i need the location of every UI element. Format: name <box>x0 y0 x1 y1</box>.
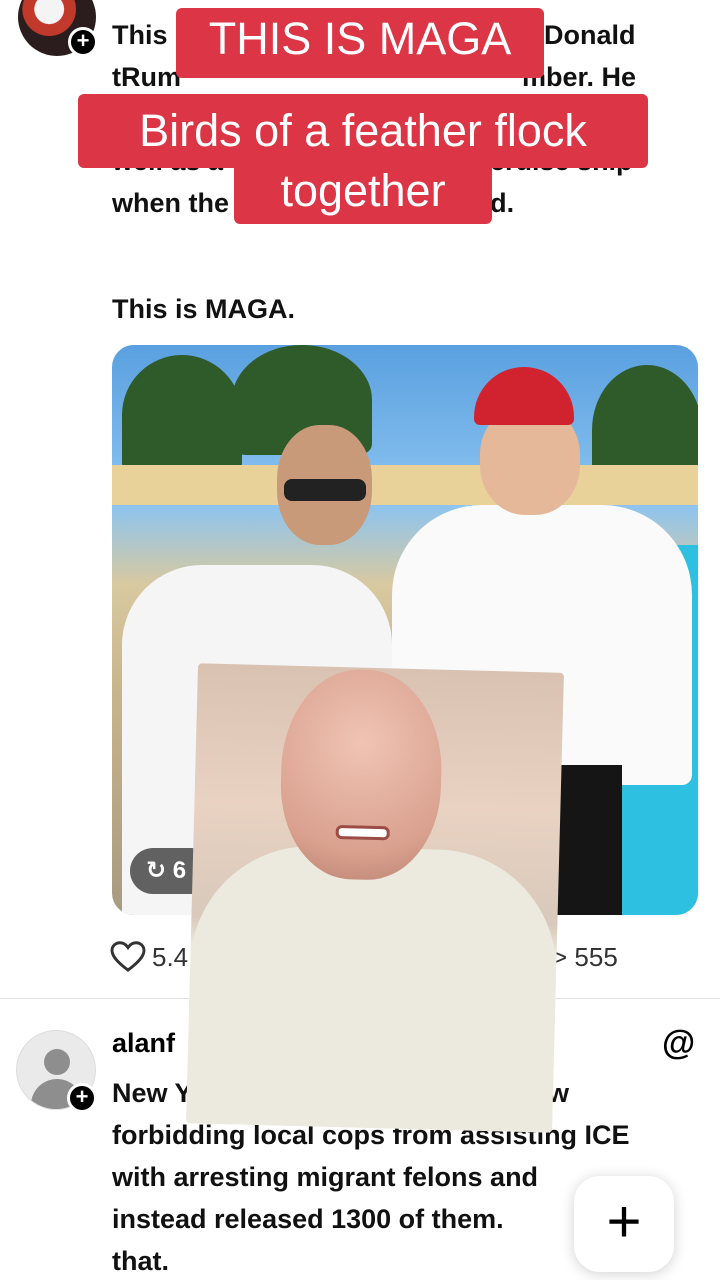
like-count: 5.4 <box>152 942 189 972</box>
post-body-tagline: This is MAGA. <box>112 294 296 324</box>
username[interactable]: alanf <box>112 1028 175 1059</box>
facecam-overlay <box>186 663 564 1133</box>
caption-overlay-3: together <box>234 160 492 224</box>
caption-overlay-2: Birds of a feather flock <box>78 94 648 168</box>
caption-overlay-1: THIS IS MAGA <box>176 8 544 78</box>
follow-plus-icon-2[interactable]: + <box>67 1083 97 1113</box>
threads-icon[interactable]: @ <box>662 1024 695 1063</box>
repost-icon: ↻ <box>146 857 167 884</box>
compose-plus-icon[interactable]: + <box>574 1176 674 1272</box>
heart-icon[interactable] <box>110 941 146 973</box>
follow-plus-icon[interactable]: + <box>68 27 98 57</box>
red-cap <box>474 367 574 425</box>
share-button[interactable]: > 555 <box>552 942 618 973</box>
